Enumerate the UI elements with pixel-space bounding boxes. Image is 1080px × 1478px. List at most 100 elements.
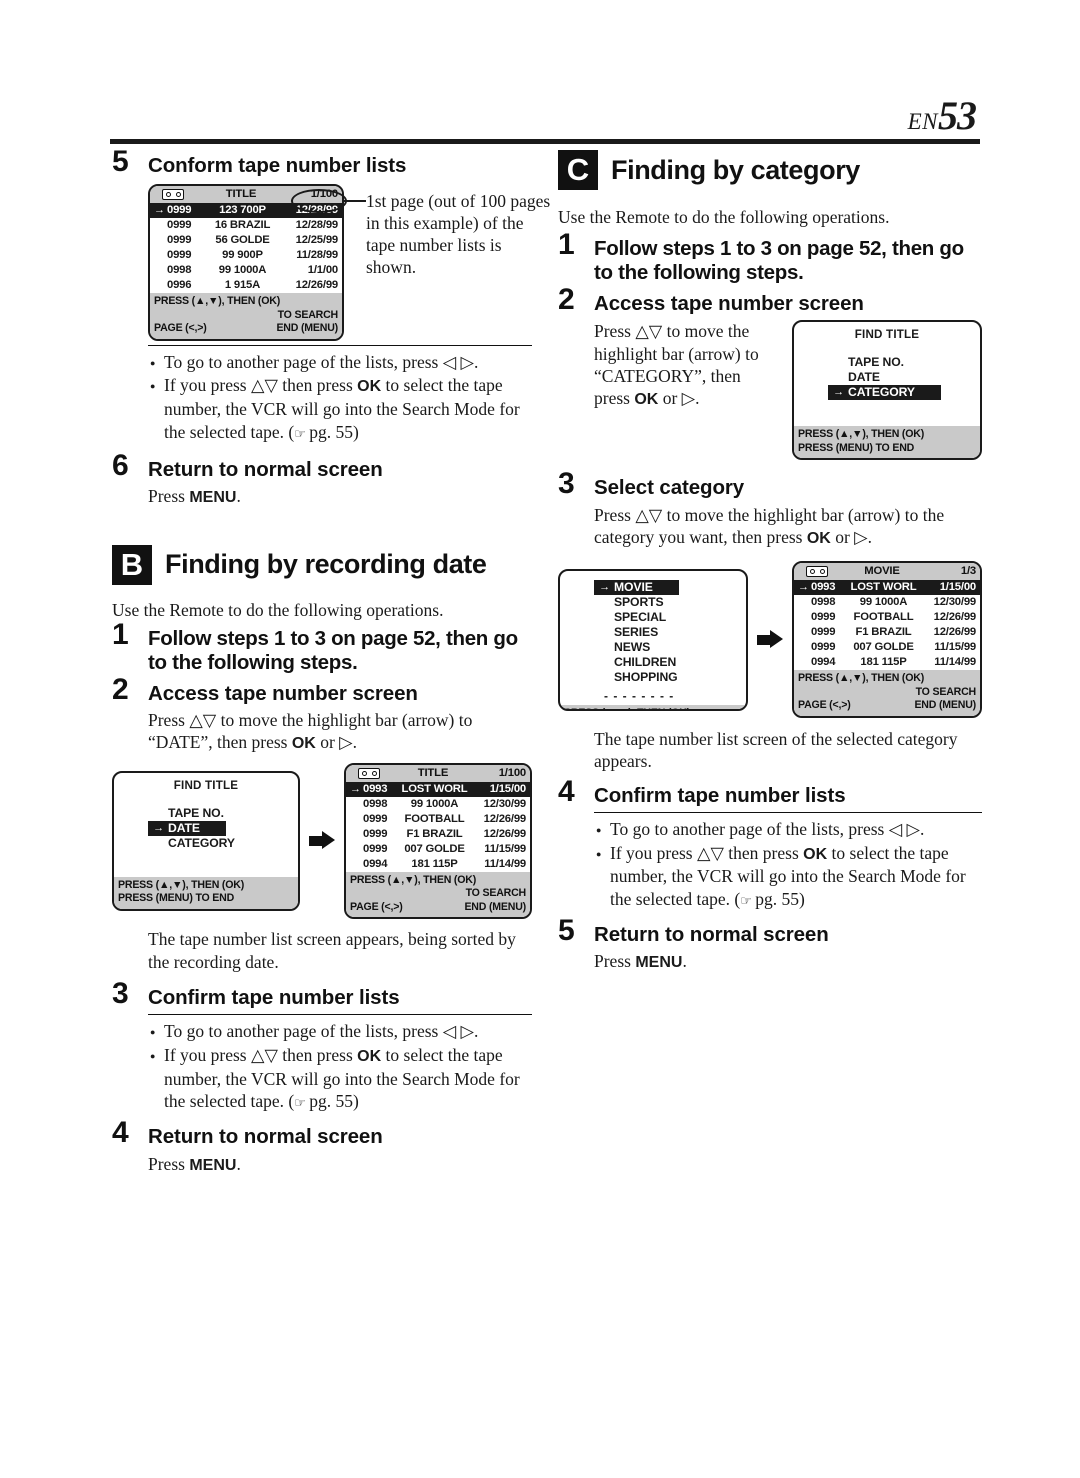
osd-list-row: 0999 FOOTBALL 12/26/99 [794, 610, 980, 625]
osd-menu-item[interactable]: CHILDREN [594, 655, 746, 670]
osd-menu-item[interactable]: → DATE [148, 820, 226, 836]
row-date: 12/26/99 [483, 812, 527, 825]
osd-list-row: 0999 007 GOLDE 11/15/99 [346, 842, 530, 857]
section-c-title: Finding by category [611, 154, 860, 185]
osd-menu-item[interactable]: SERIES [594, 625, 746, 640]
menu-item-label: CATEGORY [168, 835, 235, 850]
row-date: 12/28/99 [295, 219, 339, 232]
row-date: 11/14/99 [484, 857, 526, 870]
osd-menu-item[interactable]: → CATEGORY [828, 385, 941, 401]
row-title: 99 1000A [859, 596, 908, 609]
row-date: 12/30/99 [933, 596, 977, 609]
section-c-step-3-number: 3 [558, 467, 575, 501]
osd-list-row: 0998 99 1000A 12/30/99 [794, 595, 980, 610]
osd-b-menu-footer-line1: PRESS (▲,▼), THEN (OK) [118, 878, 245, 891]
osd-c-header-row: MOVIE 1/3 [794, 563, 980, 581]
osd-c-page-indicator: 1/3 [960, 565, 976, 578]
step-6-return-to-normal-screen: 6 Return to normal screen Press MENU. [112, 450, 532, 509]
page-header: EN53 [110, 96, 980, 144]
osd-list-row: → 0993 LOST WORL 1/15/00 [346, 781, 530, 797]
row-tape-number: 0999 [167, 219, 192, 232]
osd-menu-item[interactable]: → MOVIE [594, 579, 679, 595]
osd-menu-item[interactable]: TAPE NO. [828, 355, 980, 370]
osd-menu-item[interactable]: CATEGORY [148, 836, 298, 851]
row-date: 1/15/00 [939, 581, 976, 594]
pointing-hand-icon: ☞ [294, 426, 306, 442]
menu-arrow-icon [148, 836, 168, 851]
row-tape-number: 0999 [363, 827, 388, 840]
page-language-label: EN [907, 109, 938, 134]
section-b-title: Finding by recording date [165, 549, 487, 580]
row-title: F1 BRAZIL [855, 626, 912, 639]
osd-c-footer-line2: TO SEARCH [915, 685, 977, 698]
menu-arrow-icon [594, 655, 614, 670]
osd-menu-item[interactable]: TAPE NO. [148, 806, 298, 821]
section-b-step-4-text: Press MENU. [148, 1153, 241, 1174]
section-c-step-4-number: 4 [558, 774, 575, 808]
osd-b-footer-end: END (MENU) [464, 900, 526, 913]
row-arrow-icon [350, 797, 363, 812]
osd-menu-item[interactable]: SPORTS [594, 595, 746, 610]
row-title: 99 900P [222, 249, 263, 262]
osd-a-header-title: TITLE [225, 188, 257, 201]
row-date: 12/26/99 [483, 827, 527, 840]
menu-arrow-icon [594, 670, 614, 685]
callout-leader-line [344, 200, 366, 203]
row-date: 1/1/00 [307, 264, 338, 277]
row-arrow-icon: → [350, 782, 361, 795]
osd-a-footer-line1: PRESS (▲,▼), THEN (OK) [154, 295, 281, 308]
osd-menu-item[interactable]: SHOPPING [594, 670, 746, 685]
section-c-step-3-text: Press △▽ to move the highlight bar (arro… [594, 504, 945, 547]
tape-icon [358, 767, 380, 779]
osd-b-page-indicator: 1/100 [498, 766, 526, 779]
osd-list-row: 0999 56 GOLDE 12/25/99 [150, 233, 342, 248]
flow-arrow-icon [757, 630, 783, 649]
osd-list-row: 0994 181 115P 11/14/99 [346, 857, 530, 872]
row-title: FOOTBALL [404, 812, 465, 825]
osd-b-menu-title: FIND TITLE [173, 778, 239, 792]
menu-arrow-icon [594, 610, 614, 625]
flow-arrow-icon [309, 831, 335, 850]
row-date: 11/15/99 [934, 641, 976, 654]
section-b-step-4-number: 4 [112, 1116, 129, 1150]
menu-arrow-icon: → [153, 821, 164, 834]
row-title: 007 GOLDE [404, 842, 465, 855]
osd-b-footer-line1: PRESS (▲,▼), THEN (OK) [350, 873, 477, 886]
row-tape-number: 0993 [811, 581, 836, 594]
osd-c-footer-line1: PRESS (▲,▼), THEN (OK) [798, 672, 925, 685]
osd-c-rows: → 0993 LOST WORL 1/15/00 0998 99 1000A 12/30/9… [794, 580, 980, 670]
osd-b-footer-line2: TO SEARCH [465, 887, 527, 900]
menu-item-label: DATE [848, 370, 880, 385]
section-c-step-5-number: 5 [558, 914, 575, 948]
section-b-header: B Finding by recording date [112, 544, 532, 585]
section-c-step-5-title: Return to normal screen [594, 923, 829, 947]
section-b-badge: B [112, 544, 152, 585]
menu-item-label: SPORTS [614, 594, 664, 609]
osd-category-list: → MOVIE SPORTS SPECIAL SERIES NEWS CHILDREN SHO… [558, 568, 748, 711]
osd-menu-item[interactable]: SPECIAL [594, 610, 746, 625]
section-b-step-3-bullet-2: If you press △▽ then press OK to select … [150, 1044, 532, 1113]
menu-item-label: MOVIE [614, 579, 653, 594]
osd-c-menu-items: TAPE NO. DATE → CATEGORY [794, 343, 980, 426]
osd-category-divider: - - - - - - - - [604, 688, 675, 703]
row-title: 1 915A [224, 279, 261, 292]
section-c-step-2: 2 Access tape number screen Press △▽ to … [558, 285, 982, 461]
row-date: 11/14/99 [934, 656, 976, 669]
osd-find-title-category: FIND TITLE TAPE NO. DATE → CATEGORY PRESS (… [792, 320, 982, 461]
menu-item-label: DATE [168, 820, 200, 835]
menu-item-label: NEWS [614, 639, 651, 654]
osd-menu-item[interactable]: DATE [828, 370, 980, 385]
osd-list-row: → 0993 LOST WORL 1/15/00 [794, 580, 980, 596]
section-b-lead: Use the Remote to do the following opera… [112, 599, 444, 620]
section-b-step-2: 2 Access tape number screen Press △▽ to … [112, 674, 532, 755]
row-arrow-icon [154, 278, 167, 293]
row-title: 007 GOLDE [853, 641, 914, 654]
row-tape-number: 0998 [363, 797, 388, 810]
osd-c-footer-page: PAGE (<,>) [798, 699, 851, 712]
menu-item-label: CHILDREN [614, 654, 677, 669]
osd-list-row: 0999 99 900P 11/28/99 [150, 248, 342, 263]
left-column: 5 Conform tape number lists TITLE 1/100 … [112, 147, 550, 1176]
osd-menu-item[interactable]: NEWS [594, 640, 746, 655]
row-date: 12/26/99 [933, 611, 977, 624]
osd-a-footer-page: PAGE (<,>) [154, 322, 207, 335]
